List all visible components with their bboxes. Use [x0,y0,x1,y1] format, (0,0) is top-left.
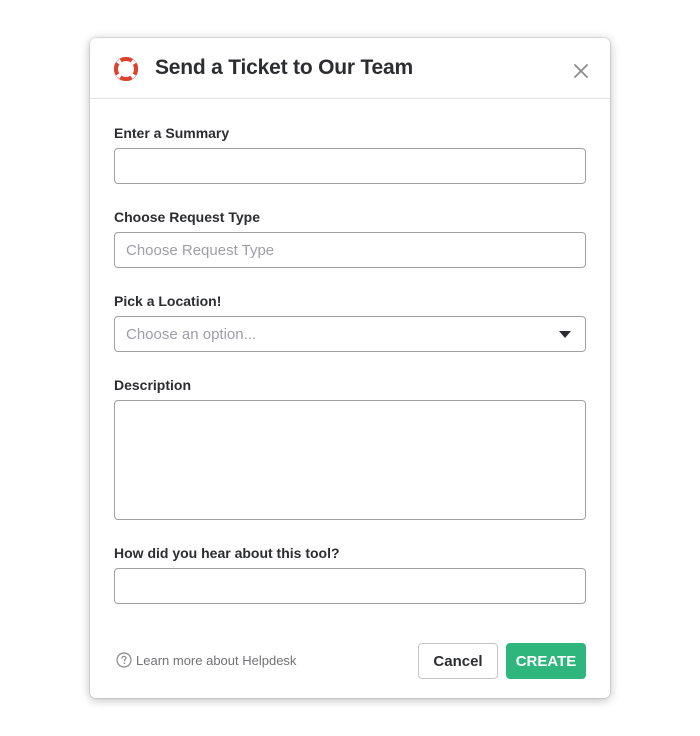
help-link-text[interactable]: Learn more about Helpdesk [136,653,296,668]
help-link[interactable]: Learn more about Helpdesk [116,652,296,668]
request-type-field: Choose Request Type [114,209,586,268]
question-circle-icon [116,652,132,668]
request-type-input[interactable] [114,232,586,268]
location-select[interactable]: Choose an option... [114,316,586,352]
summary-field: Enter a Summary [114,125,586,184]
close-icon[interactable] [572,62,590,80]
heard-about-field: How did you hear about this tool? [114,545,586,604]
dialog-title: Send a Ticket to Our Team [155,56,413,79]
location-select-value: Choose an option... [126,326,257,343]
cancel-button[interactable]: Cancel [418,643,498,679]
summary-input[interactable] [114,148,586,184]
description-textarea[interactable] [114,400,586,520]
lifebuoy-icon [114,57,138,81]
location-label: Pick a Location! [114,293,222,309]
heard-about-label: How did you hear about this tool? [114,545,340,561]
description-field: Description [114,377,586,525]
request-type-label: Choose Request Type [114,209,260,225]
caret-down-icon [559,331,571,338]
description-label: Description [114,377,192,393]
dialog-header: Send a Ticket to Our Team [90,38,610,99]
heard-about-input[interactable] [114,568,586,604]
ticket-dialog: Send a Ticket to Our Team Enter a Summar… [90,38,610,698]
summary-label: Enter a Summary [114,125,230,141]
location-field: Pick a Location! Choose an option... [114,293,586,352]
create-button[interactable]: CREATE [506,643,586,679]
